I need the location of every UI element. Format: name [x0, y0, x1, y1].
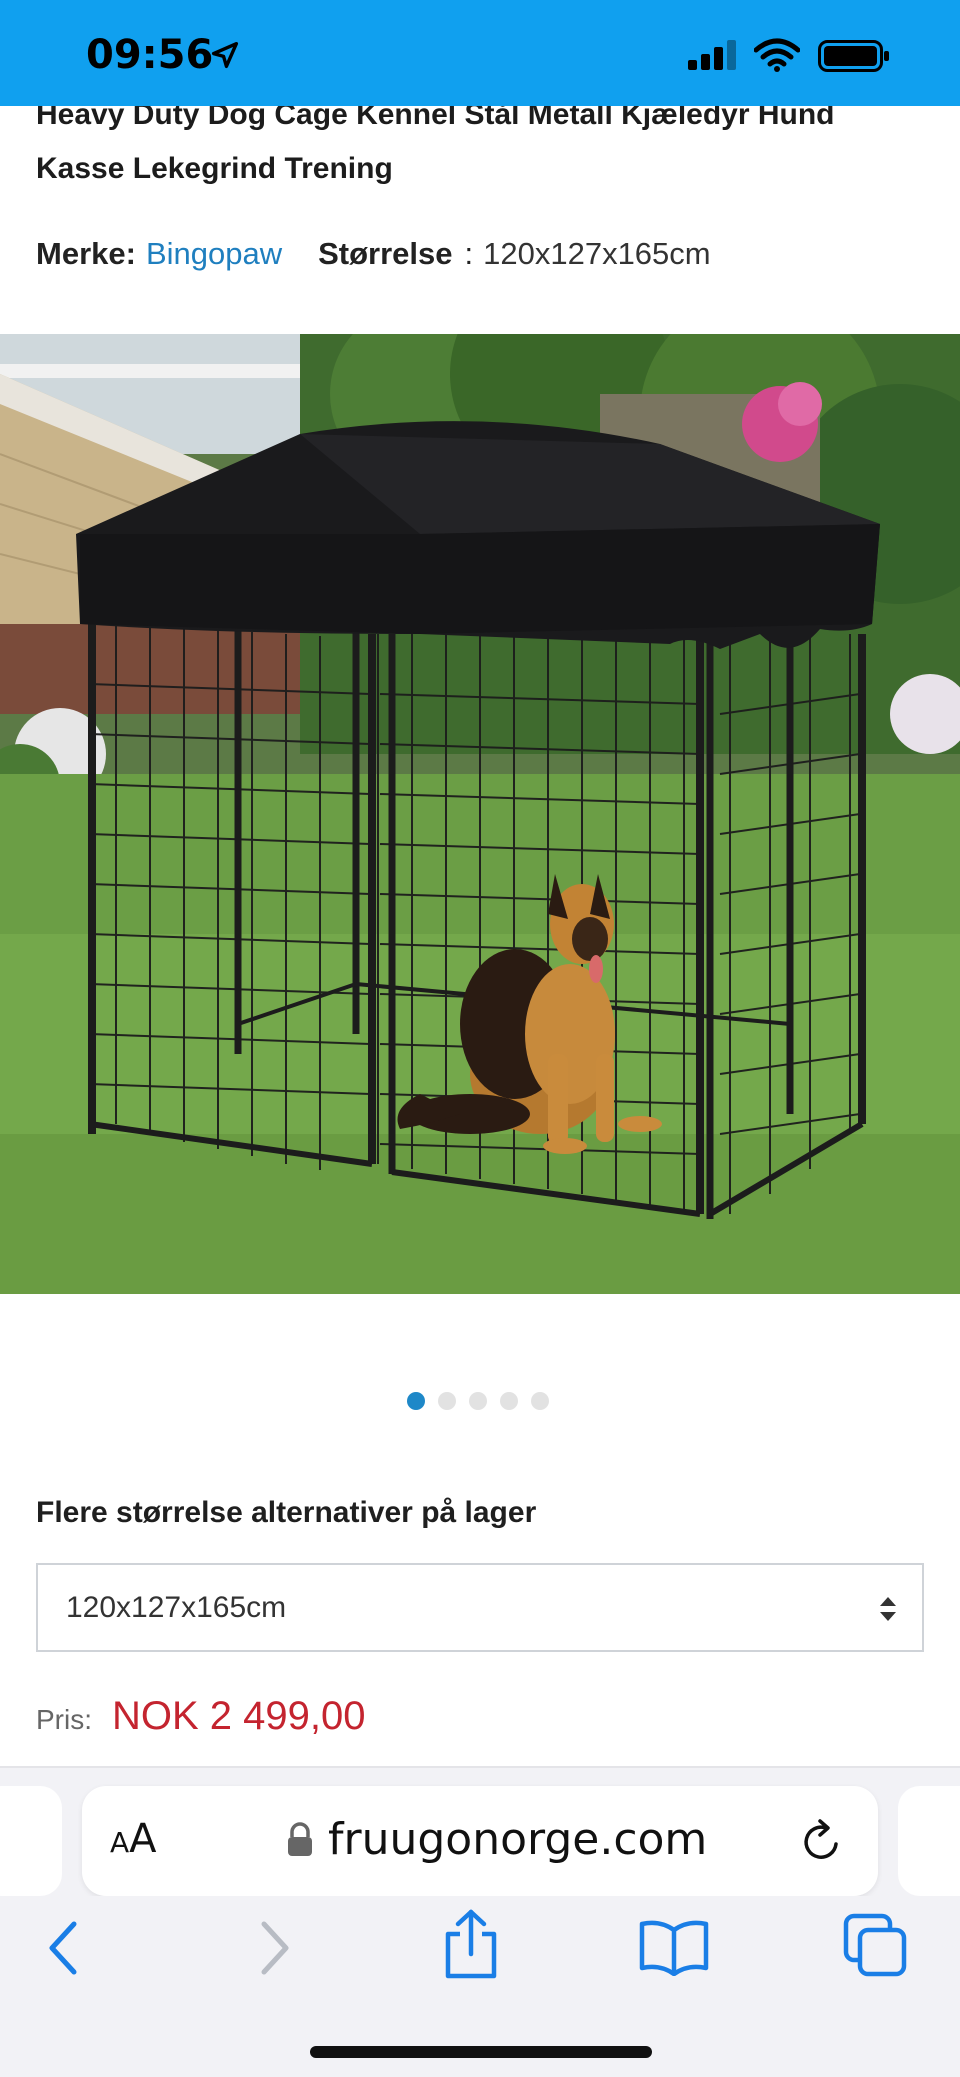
carousel-dot[interactable] — [531, 1392, 549, 1410]
carousel-dot[interactable] — [469, 1392, 487, 1410]
battery-icon — [818, 40, 889, 72]
next-tab-preview[interactable] — [898, 1786, 960, 1896]
size-label: Størrelse — [318, 236, 453, 271]
browser-toolbar — [0, 1896, 960, 2077]
previous-tab-preview[interactable] — [0, 1786, 62, 1896]
cellular-signal-icon — [688, 40, 736, 70]
share-icon[interactable] — [440, 1908, 502, 1980]
brand-label: Merke: — [36, 236, 136, 271]
home-indicator — [310, 2046, 652, 2058]
status-bar: 09:56 — [0, 0, 960, 106]
brand-link[interactable]: Bingopaw — [146, 236, 282, 272]
url-text[interactable]: fruugonorge.com — [328, 1814, 707, 1865]
lock-icon — [288, 1822, 312, 1856]
price-value: NOK 2 499,00 — [112, 1694, 366, 1738]
wifi-icon — [754, 38, 800, 72]
status-time: 09:56 — [86, 32, 214, 78]
select-arrows-icon — [880, 1597, 896, 1621]
forward-icon[interactable] — [252, 1916, 296, 1980]
carousel-dot[interactable] — [500, 1392, 518, 1410]
product-image[interactable] — [0, 334, 960, 1294]
dog-kennel-photo — [0, 334, 960, 1294]
carousel-dot[interactable] — [438, 1392, 456, 1410]
price-row: Pris: NOK 2 499,00 — [36, 1694, 366, 1739]
size-separator: : — [464, 236, 474, 271]
size-options-heading: Flere størrelse alternativer på lager — [36, 1496, 537, 1529]
address-bar[interactable]: AA fruugonorge.com — [82, 1786, 878, 1896]
location-arrow-icon — [211, 41, 239, 69]
size-value: 120x127x165cm — [483, 236, 711, 271]
bookmarks-icon[interactable] — [638, 1918, 710, 1976]
product-meta-row: Merke: Bingopaw Størrelse : 120x127x165c… — [36, 232, 711, 276]
browser-address-area: AA fruugonorge.com — [0, 1766, 960, 1896]
carousel-dot[interactable] — [407, 1392, 425, 1410]
back-icon[interactable] — [42, 1916, 86, 1980]
page: 09:56 Heavy Duty Dog Cage Kennel Stål Me… — [0, 0, 960, 2077]
reader-text-size-button[interactable]: AA — [110, 1816, 157, 1862]
image-carousel-dots — [407, 1392, 549, 1410]
reload-icon[interactable] — [800, 1816, 846, 1864]
size-select-value: 120x127x165cm — [66, 1590, 287, 1624]
price-label: Pris: — [36, 1704, 92, 1735]
tabs-icon[interactable] — [842, 1912, 908, 1978]
size-select[interactable]: 120x127x165cm — [36, 1563, 924, 1652]
